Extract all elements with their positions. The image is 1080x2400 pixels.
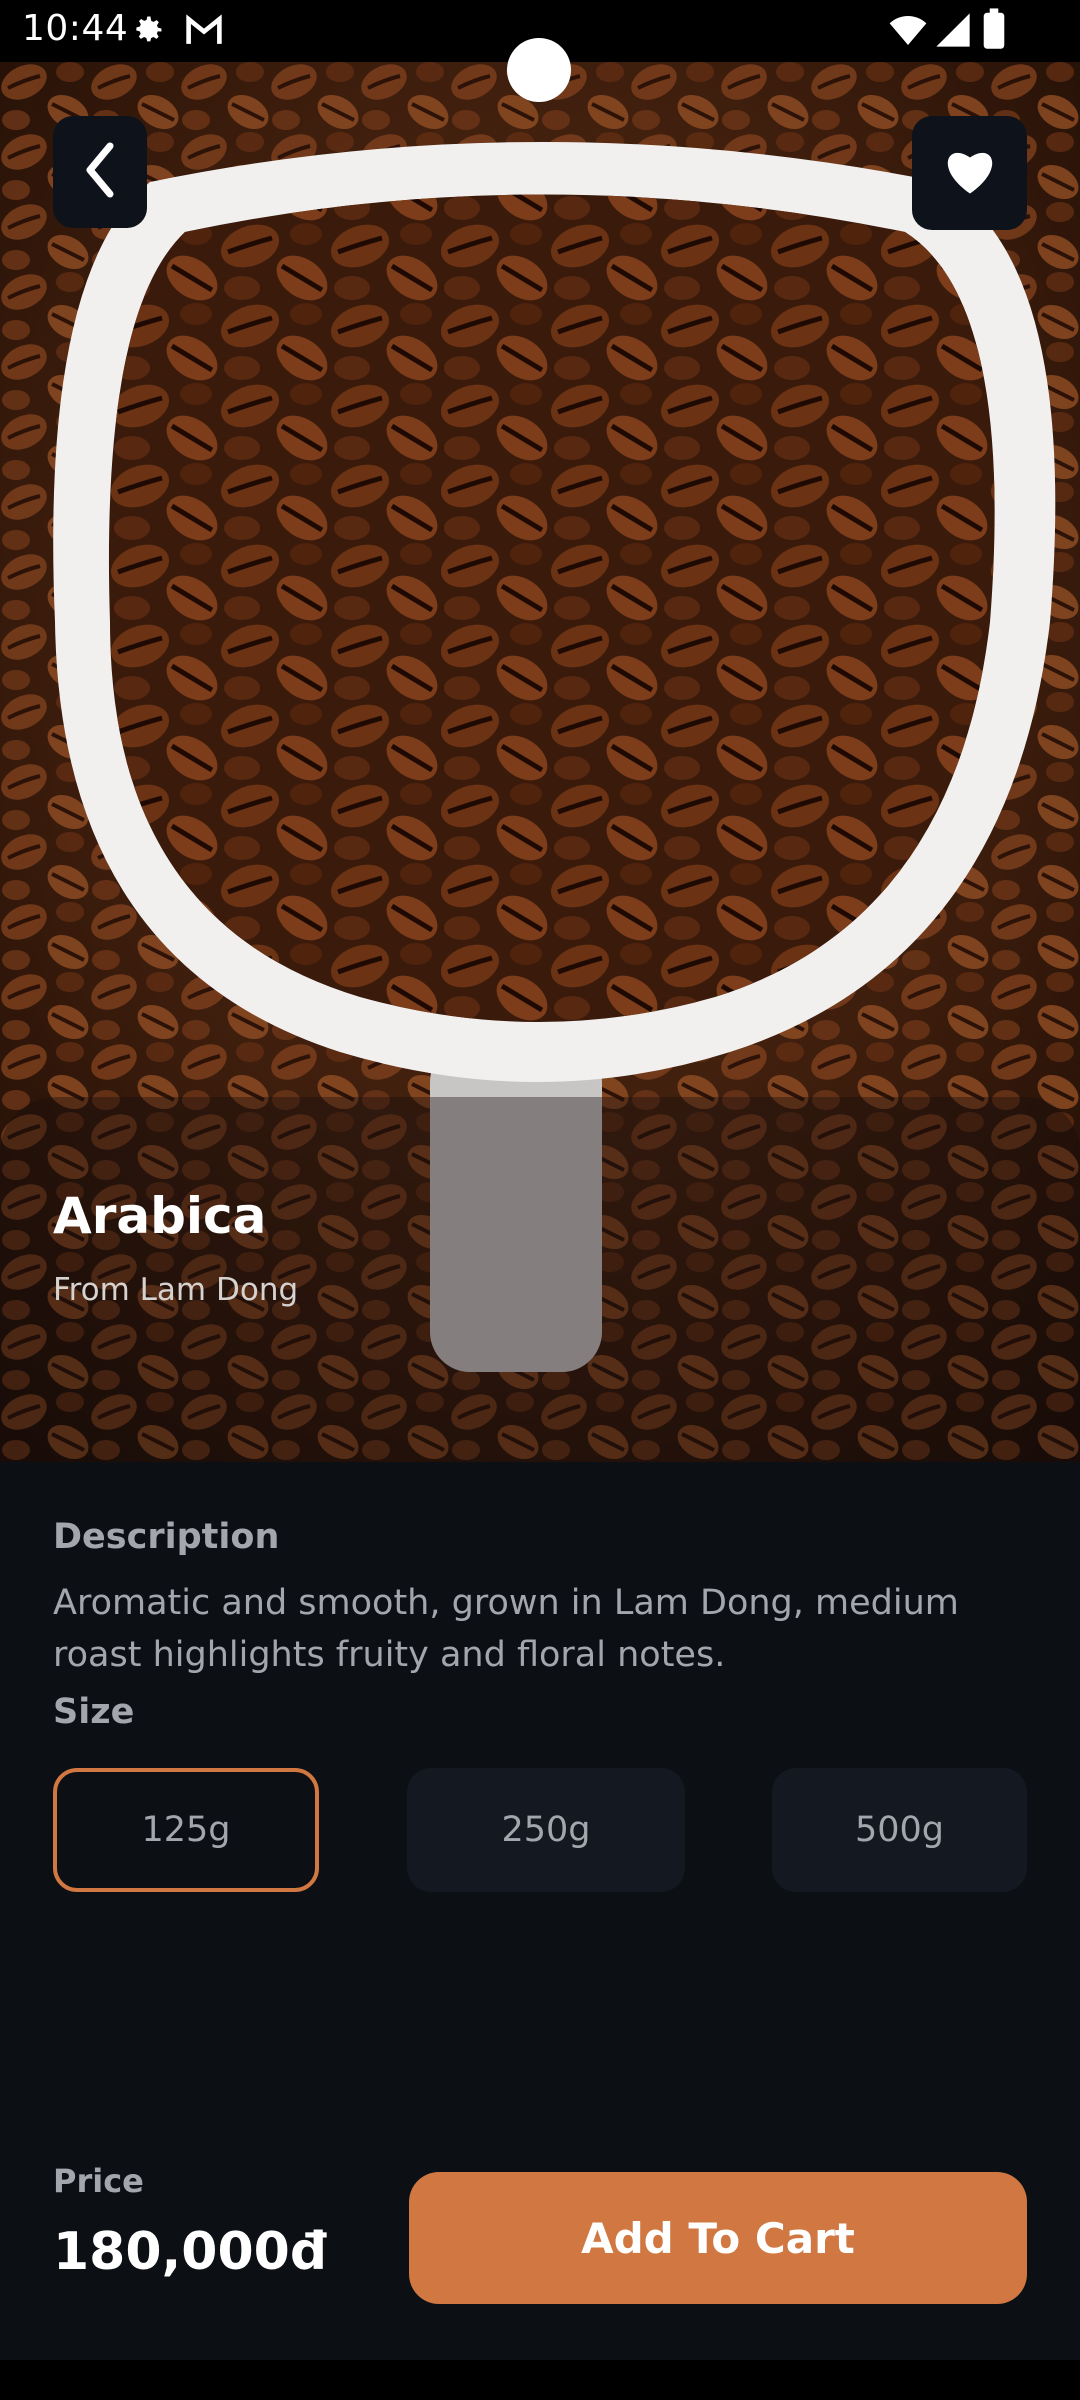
camera-cutout xyxy=(507,38,571,102)
add-to-cart-button[interactable]: Add To Cart xyxy=(409,2172,1027,2304)
size-option-125g[interactable]: 125g xyxy=(53,1768,319,1892)
product-detail-screen: 10:44 Arabica From Lam Dong Description … xyxy=(0,0,1080,2400)
product-origin: From Lam Dong xyxy=(53,1272,299,1308)
product-details: Description Aromatic and smooth, grown i… xyxy=(0,1462,1080,2400)
description-text: Aromatic and smooth, grown in Lam Dong, … xyxy=(53,1583,959,1675)
size-label: Size xyxy=(53,1692,135,1732)
gmail-icon xyxy=(184,12,224,52)
battery-icon xyxy=(982,8,1006,54)
price-label: Price xyxy=(53,2162,144,2200)
heart-icon xyxy=(943,146,997,200)
wifi-icon xyxy=(888,10,928,54)
status-time: 10:44 xyxy=(22,8,129,49)
signal-icon xyxy=(934,10,972,54)
favorite-button[interactable] xyxy=(912,116,1027,230)
product-name: Arabica xyxy=(53,1187,267,1245)
size-option-500g[interactable]: 500g xyxy=(772,1768,1027,1892)
back-button[interactable] xyxy=(53,116,147,228)
chevron-left-icon xyxy=(80,140,120,204)
navigation-bar xyxy=(0,2360,1080,2400)
description-label: Description xyxy=(53,1517,280,1557)
gear-icon xyxy=(130,12,166,52)
product-image: Arabica From Lam Dong xyxy=(0,62,1080,1462)
size-option-250g[interactable]: 250g xyxy=(407,1768,685,1892)
price-value: 180,000đ xyxy=(53,2222,328,2282)
